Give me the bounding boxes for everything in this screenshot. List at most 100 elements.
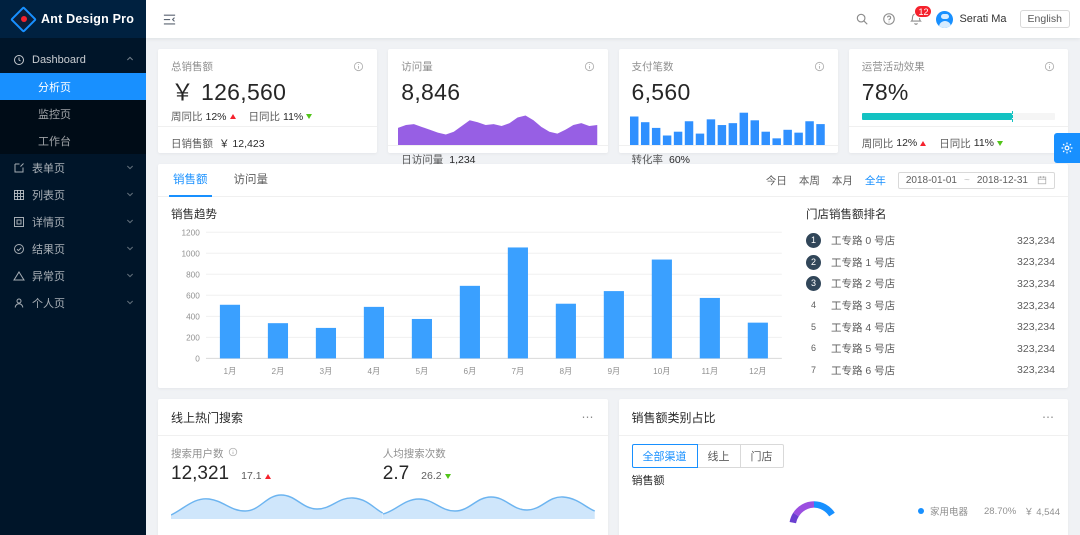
- sidebar: Ant Design Pro Dashboard 分析页 监控页 工作台 表单页…: [0, 0, 146, 535]
- sidebar-item-label: 工作台: [38, 135, 71, 148]
- channel-tab-all[interactable]: 全部渠道: [631, 444, 698, 468]
- sales-category-card: 销售额类别占比 ⋯ 全部渠道 线上 门店 销售额 家用电器 28.70% ￥ 4…: [618, 399, 1068, 535]
- range-options: 今日 本周 本月 全年: [766, 173, 886, 188]
- rank-store-name: 工专路 2 号店: [831, 278, 896, 291]
- logo[interactable]: Ant Design Pro: [0, 0, 146, 38]
- clock-icon: [12, 54, 26, 66]
- sidebar-item-monitor[interactable]: 监控页: [0, 100, 146, 127]
- sidebar-item-dashboard[interactable]: Dashboard: [0, 46, 146, 73]
- svg-text:9月: 9月: [607, 367, 620, 376]
- date-end: 2018-12-31: [976, 174, 1028, 186]
- stat-card-title: 总销售额: [171, 61, 213, 73]
- svg-text:600: 600: [186, 291, 200, 300]
- rank-badge: 1: [806, 233, 821, 249]
- chevron-down-icon: [126, 163, 134, 173]
- table-icon: [12, 189, 26, 201]
- svg-text:10月: 10月: [653, 367, 670, 376]
- donut-chart-label: 销售额: [631, 475, 665, 487]
- svg-text:3月: 3月: [320, 367, 333, 376]
- ellipsis-icon[interactable]: ⋯: [582, 410, 595, 424]
- trend-label: 日同比: [248, 111, 281, 123]
- metric-title-row: 搜索用户数: [171, 446, 383, 461]
- trend-daily: 日同比 11%: [249, 109, 313, 124]
- info-circle-icon[interactable]: [1044, 61, 1055, 72]
- sales-controls: 今日 本周 本月 全年 2018-01-01 ~ 2018-12-31: [766, 171, 1055, 189]
- chevron-down-icon: [126, 217, 134, 227]
- sales-tabbar: 销售额 访问量 今日 本周 本月 全年 2018-01-01 ~ 2018-12…: [158, 164, 1068, 197]
- stat-card-payments: 支付笔数 6,560 转化率 60%: [618, 49, 838, 166]
- brand-name: Ant Design Pro: [41, 12, 135, 26]
- trend-weekly: 周同比 12%: [171, 109, 236, 124]
- range-year[interactable]: 全年: [865, 173, 886, 188]
- svg-text:800: 800: [186, 270, 200, 279]
- tab-sales[interactable]: 销售额: [169, 164, 211, 197]
- stat-card-value: 6,560: [631, 79, 691, 105]
- header-actions: 12 Serati Ma English: [855, 5, 1070, 28]
- trend-down-icon: [997, 140, 1004, 146]
- rank-value: 323,234: [1017, 277, 1055, 290]
- tab-visits[interactable]: 访问量: [232, 164, 271, 197]
- sidebar-item-form[interactable]: 表单页: [0, 154, 146, 181]
- question-circle-icon[interactable]: [882, 12, 896, 26]
- sidebar-item-list[interactable]: 列表页: [0, 181, 146, 208]
- sidebar-item-result[interactable]: 结果页: [0, 235, 146, 262]
- stat-card-header: 运营活动效果: [862, 59, 1055, 74]
- channel-tab-store[interactable]: 门店: [739, 444, 784, 468]
- trend-value: 12%: [205, 110, 227, 123]
- check-circle-icon: [12, 243, 26, 255]
- menu-fold-icon[interactable]: [158, 8, 180, 30]
- svg-text:1200: 1200: [181, 228, 200, 237]
- sidebar-item-label: 列表页: [32, 189, 65, 202]
- top-header: 12 Serati Ma English: [146, 0, 1080, 38]
- channel-tab-online[interactable]: 线上: [696, 444, 741, 468]
- info-circle-icon[interactable]: [353, 61, 364, 72]
- sidebar-item-account[interactable]: 个人页: [0, 289, 146, 316]
- trend-daily: 日同比 11%: [939, 136, 1004, 151]
- bell-icon[interactable]: 12: [909, 5, 933, 26]
- ellipsis-icon[interactable]: ⋯: [1042, 410, 1055, 424]
- trend-label: 周同比: [171, 111, 203, 123]
- footer-label: 日访问量: [401, 154, 444, 166]
- date-range-picker[interactable]: 2018-01-01 ~ 2018-12-31: [897, 171, 1055, 189]
- settings-gear-icon[interactable]: [1054, 133, 1080, 163]
- trend-row: 周同比 12% 日同比 11%: [171, 109, 313, 124]
- sales-bar-chart: 0 200 400 600 800 1000 1200 1月 2月 3月 4月 5月 6月 7月 8月 9月 1…: [171, 226, 788, 381]
- stat-card-title: 运营活动效果: [861, 61, 925, 73]
- sidebar-item-label: Dashboard: [32, 53, 86, 66]
- sidebar-item-workplace[interactable]: 工作台: [0, 127, 146, 154]
- profile-icon: [12, 216, 26, 228]
- search-icon[interactable]: [855, 12, 869, 26]
- metric-avg-searches: 人均搜索次数 2.7 26.2: [382, 446, 595, 535]
- trend-up-icon: [264, 473, 271, 479]
- stat-card-total-sales: 总销售额 ￥ 126,560 周同比 12% 日同比 11% 日销售额 ￥ 12…: [158, 49, 378, 153]
- rank-store-name: 工专路 5 号店: [831, 343, 896, 356]
- sidebar-item-analysis[interactable]: 分析页: [0, 73, 146, 100]
- footer-value: 60%: [669, 153, 691, 166]
- stat-card-body: 周同比 12% 日同比 11%: [171, 107, 364, 126]
- metric-delta: 17.1: [241, 470, 271, 482]
- user-menu[interactable]: Serati Ma: [936, 10, 1007, 28]
- avatar: [936, 10, 954, 28]
- sidebar-item-exception[interactable]: 异常页: [0, 262, 146, 289]
- range-today[interactable]: 今日: [766, 173, 787, 188]
- language-button[interactable]: English: [1019, 10, 1070, 28]
- stat-card-footer: 周同比 12% 日同比 11%: [848, 126, 1068, 153]
- rank-badge: 5: [810, 321, 816, 332]
- sidebar-item-profile[interactable]: 详情页: [0, 208, 146, 235]
- rank-row: 7 工专路 6 号店 323,234: [806, 360, 1055, 382]
- sidebar-item-label: 结果页: [32, 243, 65, 256]
- range-week[interactable]: 本周: [799, 173, 820, 188]
- info-circle-icon[interactable]: [814, 61, 825, 72]
- rank-value: 323,234: [1017, 321, 1055, 334]
- rank-store-name: 工专路 1 号店: [831, 256, 896, 269]
- rank-value: 323,234: [1017, 364, 1055, 377]
- info-circle-icon[interactable]: [584, 61, 595, 72]
- info-circle-icon[interactable]: [228, 447, 238, 460]
- ant-design-logo-icon: [10, 5, 37, 33]
- range-month[interactable]: 本月: [832, 173, 853, 188]
- trend-down-icon: [444, 473, 451, 479]
- metric-value-row: 2.7 26.2: [383, 463, 595, 485]
- rank-value: 323,234: [1017, 299, 1055, 312]
- card-title: 线上热门搜索: [171, 410, 244, 425]
- rank-store-name: 工专路 0 号店: [831, 235, 896, 248]
